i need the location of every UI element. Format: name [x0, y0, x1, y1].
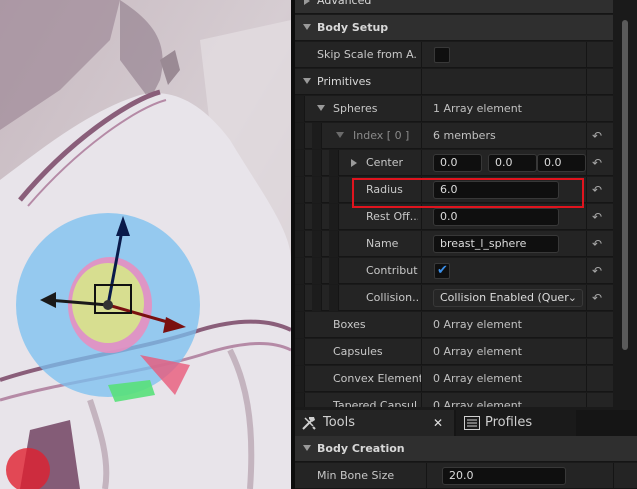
- property-label: Capsules: [333, 345, 383, 358]
- property-capsules: Capsules 0 Array element: [295, 339, 613, 365]
- checkmark-icon: ✔: [437, 263, 448, 278]
- property-label: Boxes: [333, 318, 366, 331]
- convex-value: 0 Array element: [433, 372, 522, 385]
- tab-label: Tools: [323, 415, 356, 430]
- property-min-bone-size: Min Bone Size 20.0: [295, 463, 637, 489]
- reset-arrow-icon[interactable]: ↶: [590, 150, 604, 176]
- section-body-setup[interactable]: Body Setup: [295, 15, 613, 41]
- tools-panel: Body Creation Min Bone Size 20.0: [295, 436, 637, 489]
- chevron-down-icon[interactable]: [336, 132, 344, 138]
- chevron-down-icon: ⌄: [567, 291, 577, 304]
- tab-label: Profiles: [485, 415, 533, 430]
- property-convex-elements: Convex Elements 0 Array element: [295, 366, 613, 392]
- radius-highlight: [352, 178, 584, 208]
- property-name: Name breast_l_sphere ↶: [295, 231, 613, 257]
- close-icon[interactable]: ✕: [433, 410, 443, 436]
- property-label: Spheres: [333, 102, 378, 115]
- chevron-down-icon[interactable]: [303, 78, 311, 84]
- property-label: Index [ 0 ]: [353, 129, 410, 142]
- reset-arrow-icon[interactable]: ↶: [590, 177, 604, 203]
- tab-bar: Tools ✕ Profiles: [295, 410, 637, 436]
- viewport-scene: [0, 0, 291, 489]
- skip-scale-checkbox[interactable]: [434, 47, 450, 63]
- property-label: Center: [366, 156, 404, 169]
- chevron-right-icon[interactable]: [304, 0, 310, 5]
- details-tree: Advanced Body Setup Skip Scale from A...…: [295, 0, 613, 407]
- property-label: Convex Elements: [333, 372, 421, 385]
- hammer-wrench-icon: [302, 417, 316, 430]
- chevron-down-icon[interactable]: [303, 24, 311, 30]
- details-panel: Advanced Body Setup Skip Scale from A...…: [295, 0, 637, 489]
- property-label: Tapered Capsul...: [333, 399, 419, 407]
- property-tapered-capsules: Tapered Capsul... 0 Array element: [295, 393, 613, 407]
- property-contribute: Contribut... ✔ ↶: [295, 258, 613, 284]
- reset-arrow-icon[interactable]: ↶: [590, 204, 604, 230]
- property-primitives[interactable]: Primitives: [295, 69, 613, 95]
- center-x-input[interactable]: 0.0: [433, 154, 482, 172]
- property-collision: Collision... Collision Enabled (Quer ⌄ ↶: [295, 285, 613, 311]
- property-label: Min Bone Size: [317, 469, 395, 482]
- rest-offset-input[interactable]: 0.0: [433, 208, 559, 226]
- property-center: Center 0.0 0.0 0.0 ↶: [295, 150, 613, 176]
- details-scrollbar[interactable]: [613, 0, 637, 407]
- viewport[interactable]: [0, 0, 291, 489]
- center-z-input[interactable]: 0.0: [537, 154, 586, 172]
- reset-arrow-icon[interactable]: ↶: [590, 258, 604, 284]
- section-label: Advanced: [317, 0, 372, 7]
- section-advanced[interactable]: Advanced: [295, 0, 613, 14]
- property-index-0[interactable]: Index [ 0 ] 6 members ↶: [295, 123, 613, 149]
- property-skip-scale: Skip Scale from A...: [295, 42, 613, 68]
- reset-arrow-icon[interactable]: ↶: [590, 231, 604, 257]
- tapered-value: 0 Array element: [433, 399, 522, 407]
- section-label: Body Setup: [317, 21, 389, 34]
- section-label: Body Creation: [317, 442, 405, 455]
- property-boxes: Boxes 0 Array element: [295, 312, 613, 338]
- chevron-right-icon[interactable]: [351, 159, 357, 167]
- capsules-value: 0 Array element: [433, 345, 522, 358]
- property-spheres[interactable]: Spheres 1 Array element: [295, 96, 613, 122]
- collision-dropdown[interactable]: Collision Enabled (Quer ⌄: [433, 289, 583, 307]
- tab-profiles[interactable]: Profiles: [456, 410, 576, 436]
- center-y-input[interactable]: 0.0: [488, 154, 537, 172]
- chevron-down-icon[interactable]: [303, 445, 311, 451]
- reset-arrow-icon[interactable]: ↶: [590, 285, 604, 311]
- boxes-value: 0 Array element: [433, 318, 522, 331]
- reset-arrow-icon[interactable]: ↶: [590, 123, 604, 149]
- property-label: Name: [366, 237, 399, 250]
- name-input[interactable]: breast_l_sphere: [433, 235, 559, 253]
- spheres-value: 1 Array element: [433, 102, 522, 115]
- property-label: Primitives: [317, 75, 372, 88]
- property-label: Contribut...: [366, 264, 418, 277]
- property-label: Collision...: [366, 291, 418, 304]
- chevron-down-icon[interactable]: [317, 105, 325, 111]
- index-value: 6 members: [433, 129, 496, 142]
- property-label: Skip Scale from A...: [317, 48, 417, 61]
- contribute-checkbox[interactable]: ✔: [434, 263, 450, 279]
- scrollbar-thumb[interactable]: [622, 20, 628, 350]
- tab-tools[interactable]: Tools ✕: [295, 410, 454, 436]
- section-body-creation[interactable]: Body Creation: [295, 436, 637, 462]
- collision-value: Collision Enabled (Quer: [440, 291, 569, 304]
- profiles-list-icon: [464, 416, 480, 430]
- min-bone-size-input[interactable]: 20.0: [442, 467, 566, 485]
